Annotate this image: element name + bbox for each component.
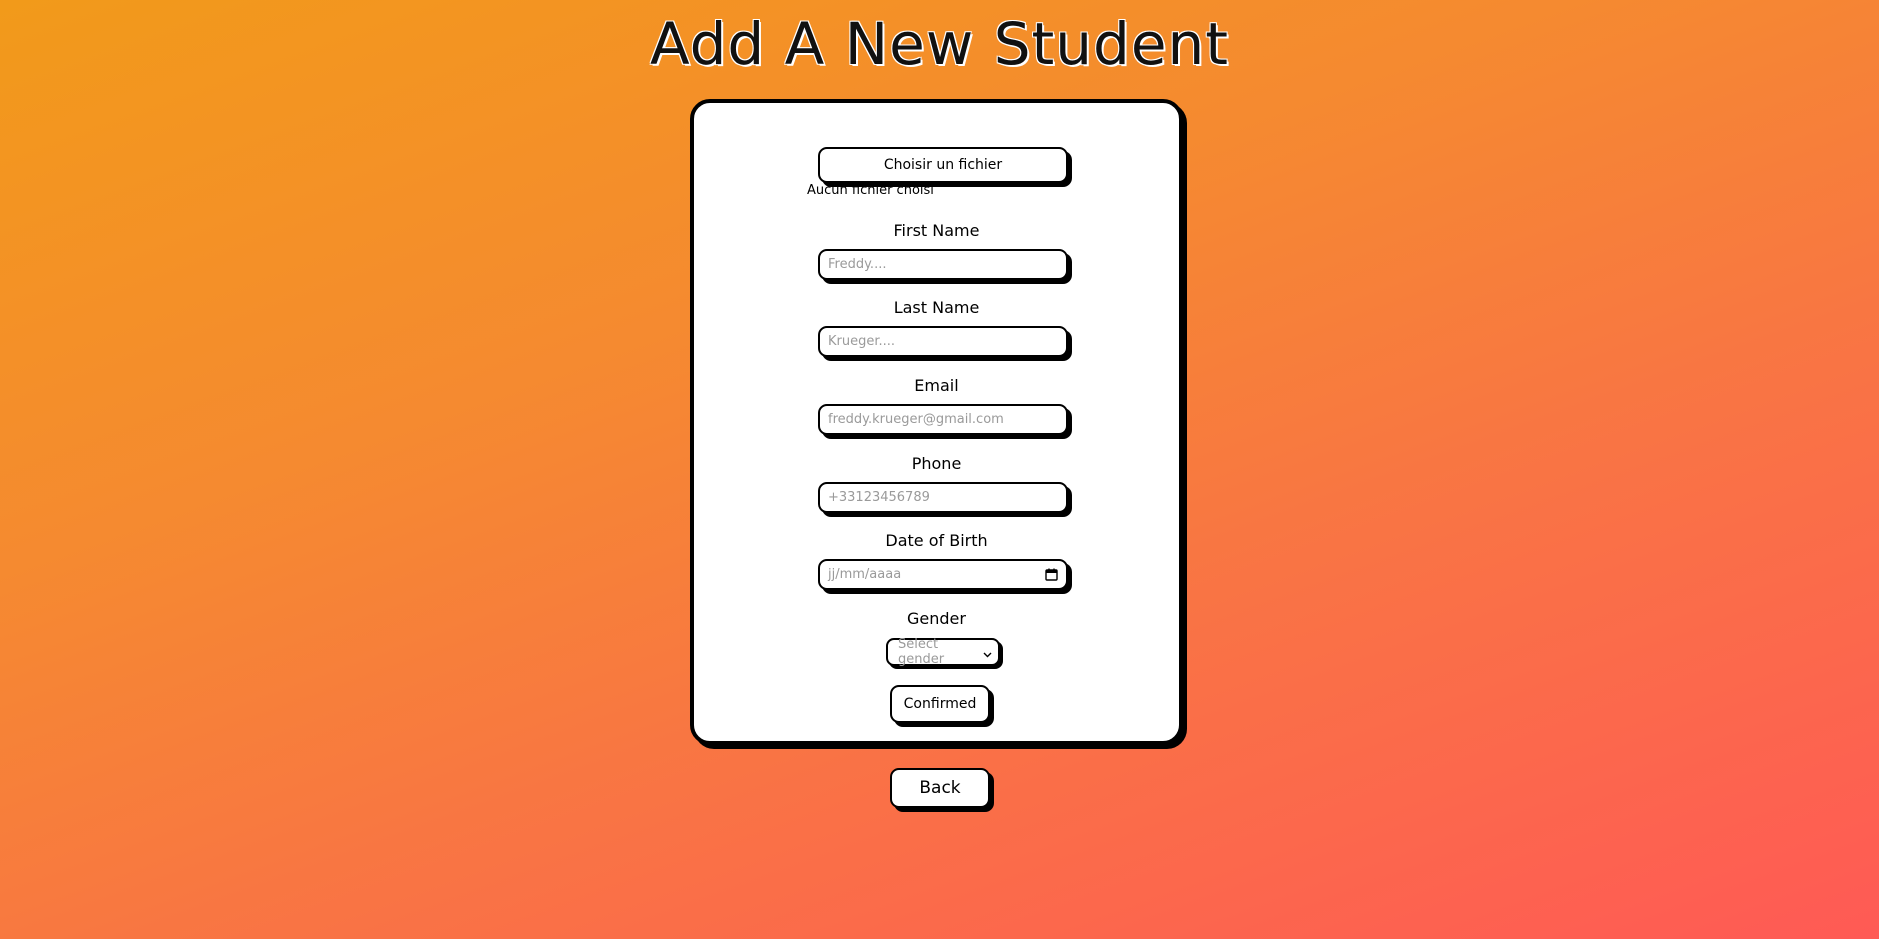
page-title: Add A New Student — [649, 10, 1230, 78]
gender-label: Gender — [907, 609, 966, 628]
last-name-input[interactable] — [818, 326, 1068, 357]
date-of-birth-label: Date of Birth — [885, 531, 988, 550]
first-name-input[interactable] — [818, 249, 1068, 280]
phone-label: Phone — [911, 454, 962, 473]
date-of-birth-input[interactable]: jj/mm/aaaa — [818, 559, 1068, 590]
date-placeholder: jj/mm/aaaa — [828, 567, 902, 582]
gender-select[interactable]: Select gender — [886, 637, 1000, 667]
gender-selected-value: Select gender — [898, 637, 945, 667]
email-label: Email — [914, 376, 959, 395]
student-form-card: Choisir un fichier Aucun fichier choisi … — [690, 99, 1183, 745]
choose-file-button[interactable]: Choisir un fichier — [818, 147, 1068, 183]
chevron-down-icon — [983, 648, 992, 657]
email-input[interactable] — [818, 404, 1068, 435]
first-name-label: First Name — [893, 221, 980, 240]
file-status-text: Aucun fichier choisi — [807, 183, 934, 198]
confirm-button[interactable]: Confirmed — [890, 685, 990, 723]
phone-input[interactable] — [818, 482, 1068, 513]
calendar-icon[interactable] — [1045, 568, 1058, 581]
last-name-label: Last Name — [893, 298, 980, 317]
back-button[interactable]: Back — [890, 768, 990, 808]
